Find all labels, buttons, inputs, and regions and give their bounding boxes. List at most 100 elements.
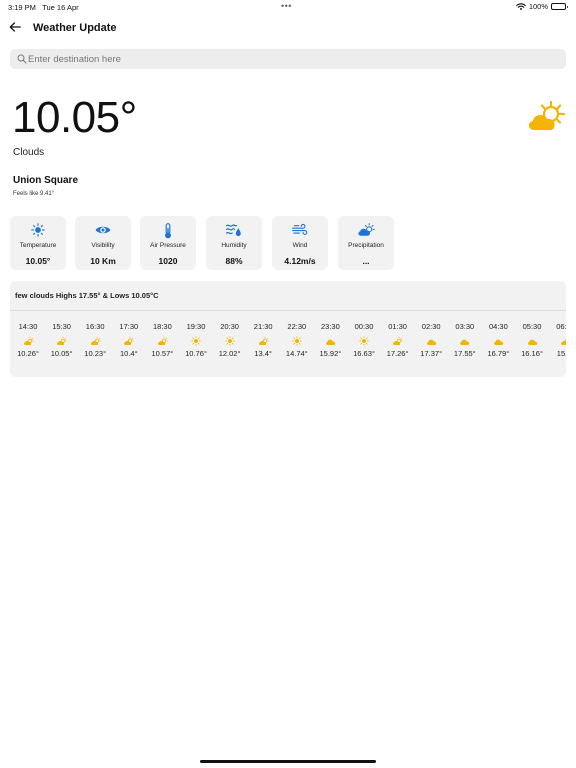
battery-icon: [551, 3, 568, 10]
hour-time: 03:30: [455, 322, 475, 331]
metric-label: Precipitation: [348, 242, 384, 249]
hour-time: 01:30: [388, 322, 407, 331]
partly-cloudy-icon: [11, 334, 45, 348]
hour-time: 14:30: [18, 322, 38, 331]
hour-temperature: 17.37°: [420, 349, 443, 358]
hourly-forecast-item: 03:30 17.55°: [448, 322, 482, 358]
sun-behind-cloud-icon: [528, 100, 566, 130]
humidity-icon: [226, 224, 241, 237]
metric-card-precipitation: Precipitation ...: [338, 216, 394, 270]
metric-value: 88%: [225, 256, 243, 266]
hourly-forecast-item: 14:30 10.26°: [11, 322, 45, 358]
hour-temperature: 15.92°: [319, 349, 342, 358]
hour-temperature: 16.16°: [521, 349, 543, 358]
thermometer-icon: [165, 223, 171, 239]
destination-search-input[interactable]: [10, 49, 566, 69]
metric-label: Temperature: [19, 242, 57, 249]
search-bar[interactable]: [10, 49, 566, 69]
status-indicators: 100%: [516, 2, 568, 11]
metric-card-temperature: Temperature 10.05°: [10, 216, 66, 270]
sun-icon: [31, 223, 45, 237]
hourly-forecast-item: 18:30 10.57°: [145, 322, 179, 358]
hour-time: 00:30: [354, 322, 374, 331]
cloud-icon: [414, 334, 448, 348]
cloud-sun-icon: [358, 223, 375, 236]
hourly-forecast-item: 22:30 14.74°: [280, 322, 314, 358]
hourly-forecast-item: 15:30 10.05°: [45, 322, 79, 358]
hour-temperature: 16.79°: [487, 349, 510, 358]
hourly-forecast-item: 05:30 16.16°: [515, 322, 549, 358]
hourly-forecast-item: 01:30 17.26°: [381, 322, 415, 358]
metric-card-air-pressure: Air Pressure 1020: [140, 216, 196, 270]
hour-time: 23:30: [321, 322, 340, 331]
partly-cloudy-icon: [145, 334, 179, 348]
hour-time: 15:30: [52, 322, 71, 331]
metric-value: 10.05°: [25, 256, 51, 266]
hourly-forecast-item: 06:30 15.3°: [549, 322, 566, 358]
feels-like: Feels like 9.41°: [13, 191, 55, 197]
metric-value: 1020: [158, 256, 178, 266]
current-temperature: 10.05°: [12, 93, 137, 142]
hour-temperature: 15.3°: [556, 349, 566, 358]
status-time: 3:19 PM Tue 16 Apr: [8, 3, 79, 12]
hourly-forecast-item: 20:30 12.02°: [213, 322, 247, 358]
partly-cloudy-icon: [246, 334, 280, 348]
hour-temperature: 10.76°: [185, 349, 207, 358]
partly-cloudy-icon: [549, 334, 566, 348]
hour-time: 21:30: [253, 322, 273, 331]
location-name: Union Square: [13, 175, 79, 186]
forecast-summary: few clouds Highs 17.55° & Lows 10.05°C: [15, 291, 159, 300]
hour-time: 19:30: [186, 322, 206, 331]
metric-label: Wind: [292, 242, 308, 249]
hourly-forecast-item: 19:30 10.76°: [179, 322, 213, 358]
hourly-forecast-item: 02:30 17.37°: [414, 322, 448, 358]
hour-time: 18:30: [153, 322, 172, 331]
divider: [10, 310, 566, 311]
hourly-forecast-panel: few clouds Highs 17.55° & Lows 10.05°C 1…: [10, 281, 566, 377]
cloud-icon: [515, 334, 549, 348]
sun-icon: [179, 334, 213, 348]
hourly-forecast-item: 00:30 16.63°: [347, 322, 381, 358]
hour-temperature: 10.26°: [17, 349, 39, 358]
metric-label: Visibility: [91, 242, 115, 249]
hourly-forecast-item: 17:30 10.4°: [112, 322, 146, 358]
sun-icon: [280, 334, 314, 348]
hour-temperature: 10.4°: [119, 349, 138, 358]
status-bar: 3:19 PM Tue 16 Apr ••• 100%: [0, 0, 576, 14]
hour-temperature: 14.74°: [285, 349, 308, 358]
partly-cloudy-icon: [381, 334, 415, 348]
home-indicator[interactable]: [200, 760, 376, 763]
hour-time: 17:30: [119, 322, 139, 331]
hour-time: 22:30: [287, 322, 307, 331]
hour-time: 04:30: [489, 322, 508, 331]
wind-icon: [292, 223, 308, 235]
metric-card-wind: Wind 4.12m/s: [272, 216, 328, 270]
hour-temperature: 10.57°: [151, 349, 174, 358]
hour-temperature: 17.26°: [386, 349, 409, 358]
hour-time: 05:30: [522, 322, 542, 331]
hour-temperature: 13.4°: [254, 349, 272, 358]
cloud-icon: [448, 334, 482, 348]
partly-cloudy-icon: [112, 334, 146, 348]
eye-icon: [95, 226, 111, 234]
metric-value: ...: [362, 256, 370, 266]
metric-value: 4.12m/s: [284, 256, 316, 266]
back-arrow-icon[interactable]: [8, 20, 22, 34]
partly-cloudy-icon: [45, 334, 79, 348]
metric-card-humidity: Humidity 88%: [206, 216, 262, 270]
hour-time: 20:30: [220, 322, 239, 331]
current-condition: Clouds: [13, 147, 45, 158]
nav-bar: Weather Update: [0, 16, 576, 42]
hourly-forecast-item: 16:30 10.23°: [78, 322, 112, 358]
page-title: Weather Update: [33, 22, 117, 34]
battery-percent: 100%: [528, 2, 548, 11]
metric-value: 10 Km: [90, 256, 116, 266]
hour-time: 06:30: [556, 322, 566, 331]
cloud-icon: [313, 334, 347, 348]
multitasking-dots[interactable]: •••: [281, 1, 292, 11]
hourly-forecast-item: 04:30 16.79°: [481, 322, 515, 358]
metric-label: Air Pressure: [150, 242, 186, 249]
hour-temperature: 10.05°: [50, 349, 73, 358]
hour-time: 02:30: [421, 322, 441, 331]
hour-temperature: 17.55°: [453, 349, 476, 358]
